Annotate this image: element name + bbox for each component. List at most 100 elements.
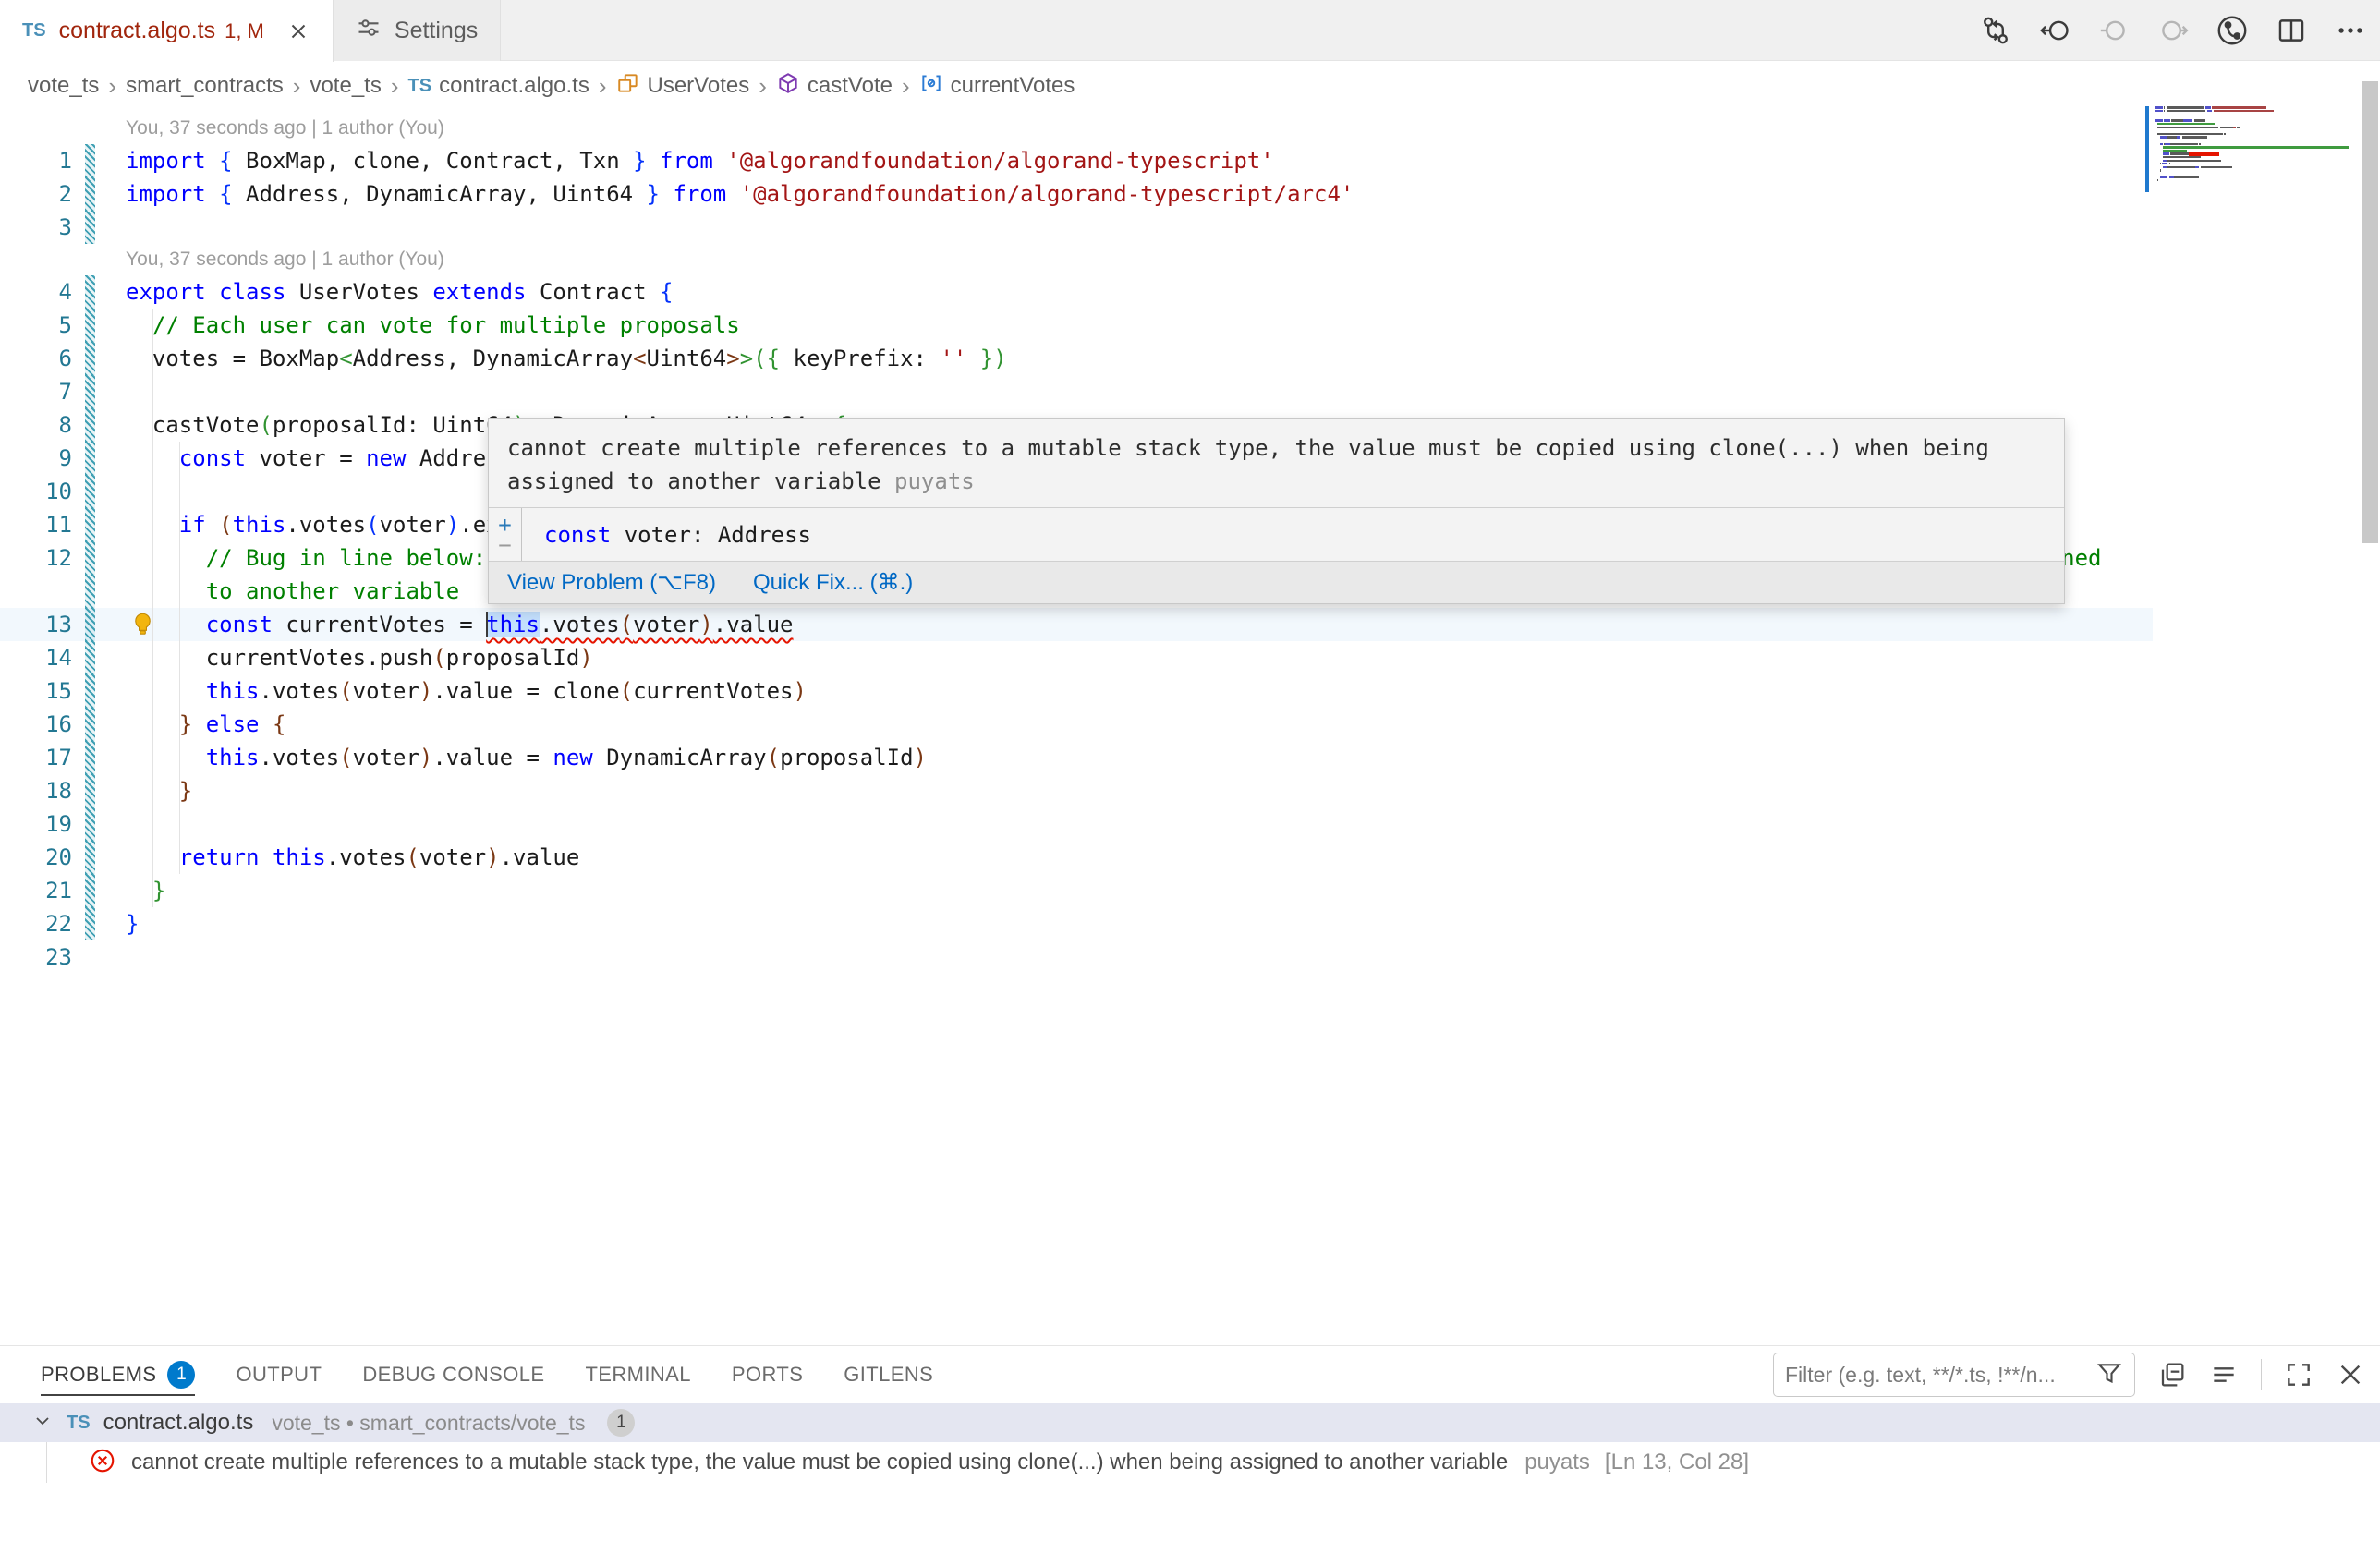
close-tab-icon[interactable] [286, 19, 310, 43]
modified-line-gutter-indicator [85, 907, 95, 940]
code-line[interactable]: 4export class UserVotes extends Contract… [0, 275, 2153, 309]
breadcrumb-file[interactable]: TS contract.algo.ts [408, 73, 589, 99]
line-number: 7 [0, 375, 72, 408]
modified-line-gutter-indicator [85, 641, 95, 674]
file-group-count-badge: 1 [607, 1409, 635, 1437]
problems-filter-input[interactable] [1785, 1363, 2088, 1388]
error-icon [89, 1447, 116, 1479]
line-number: 18 [0, 774, 72, 807]
modified-line-gutter-indicator [85, 674, 95, 708]
modified-line-gutter-indicator [85, 508, 95, 541]
line-number: 5 [0, 309, 72, 342]
next-change-icon [2156, 14, 2190, 47]
typescript-file-icon: TS [22, 20, 46, 42]
line-number: 16 [0, 708, 72, 741]
line-number: 12 [0, 541, 72, 575]
panel-tab-gitlens[interactable]: GITLENS [844, 1346, 933, 1403]
line-number: 19 [0, 807, 72, 841]
panel-tab-debug-console[interactable]: DEBUG CONSOLE [362, 1346, 544, 1403]
modified-line-gutter-indicator [85, 309, 95, 342]
problem-location: [Ln 13, Col 28] [1605, 1450, 1749, 1475]
filter-funnel-icon[interactable] [2095, 1359, 2123, 1391]
code-line[interactable]: 22} [0, 907, 2153, 940]
symbol-variable-icon [919, 71, 943, 102]
minimap-changes-bar [2145, 106, 2149, 192]
breadcrumb-folder[interactable]: vote_ts [28, 73, 99, 99]
quick-fix-link[interactable]: Quick Fix... (⌘.) [753, 569, 913, 596]
panel-tab-terminal[interactable]: TERMINAL [585, 1346, 690, 1403]
code-line[interactable]: 23 [0, 940, 2153, 974]
hover-actions-row: View Problem (⌥F8) Quick Fix... (⌘.) [489, 561, 2064, 603]
close-panel-icon[interactable] [2336, 1360, 2365, 1389]
more-actions-icon[interactable] [2334, 14, 2367, 47]
breadcrumb-separator: › [293, 72, 301, 101]
modified-line-gutter-indicator [85, 375, 95, 408]
tab-contract-algo-ts[interactable]: TS contract.algo.ts 1, M [0, 0, 334, 62]
open-previous-change-icon[interactable] [2038, 14, 2071, 47]
view-as-table-icon[interactable] [2209, 1360, 2239, 1389]
vertical-scrollbar[interactable] [2362, 81, 2378, 543]
code-line[interactable]: 17 this.votes(voter).value = new Dynamic… [0, 741, 2153, 774]
chevron-down-icon[interactable] [31, 1410, 54, 1437]
problem-row[interactable]: cannot create multiple references to a m… [0, 1442, 2380, 1483]
line-number: 15 [0, 674, 72, 708]
line-number: 10 [0, 475, 72, 508]
maximize-panel-icon[interactable] [2284, 1360, 2313, 1389]
panel-tab-output[interactable]: OUTPUT [236, 1346, 322, 1403]
tab-settings[interactable]: Settings [334, 0, 501, 61]
modified-line-gutter-indicator [85, 177, 95, 211]
panel-tab-problems[interactable]: PROBLEMS 1 [41, 1346, 195, 1403]
modified-line-gutter-indicator [85, 275, 95, 309]
line-number: 14 [0, 641, 72, 674]
breadcrumb-variable[interactable]: currentVotes [919, 71, 1075, 102]
line-number: 11 [0, 508, 72, 541]
code-line[interactable]: 19 [0, 807, 2153, 841]
decrease-verbosity-icon[interactable]: − [498, 535, 511, 555]
breadcrumb-class[interactable]: UserVotes [616, 71, 750, 102]
code-line[interactable]: 1import { BoxMap, clone, Contract, Txn }… [0, 144, 2153, 177]
collapse-all-icon[interactable] [2157, 1360, 2187, 1389]
modified-line-gutter-indicator [85, 144, 95, 177]
breadcrumb-folder[interactable]: smart_contracts [126, 73, 284, 99]
modified-line-gutter-indicator [85, 774, 95, 807]
commit-graph-icon[interactable] [2216, 14, 2249, 47]
symbol-method-icon [776, 71, 800, 102]
view-problem-link[interactable]: View Problem (⌥F8) [507, 569, 716, 596]
code-line[interactable]: 21 } [0, 874, 2153, 907]
breadcrumb-method[interactable]: castVote [776, 71, 892, 102]
problems-filter-box[interactable] [1773, 1353, 2135, 1397]
code-line[interactable]: 5 // Each user can vote for multiple pro… [0, 309, 2153, 342]
hover-declaration-code: const voter: Address [522, 508, 833, 561]
error-hover-popup: cannot create multiple references to a m… [488, 418, 2065, 604]
code-line[interactable]: 15 this.votes(voter).value = clone(curre… [0, 674, 2153, 708]
minimap[interactable] [2145, 103, 2356, 207]
panel-tab-ports[interactable]: PORTS [732, 1346, 803, 1403]
line-number: 9 [0, 442, 72, 475]
code-line[interactable]: 2import { Address, DynamicArray, Uint64 … [0, 177, 2153, 211]
code-line[interactable]: 16 } else { [0, 708, 2153, 741]
code-line[interactable]: 13 const currentVotes = this.votes(voter… [0, 608, 2153, 641]
previous-change-icon [2097, 14, 2131, 47]
modified-line-gutter-indicator [85, 541, 95, 575]
gitlens-blame-annotation: You, 37 seconds ago | 1 author (You) [0, 113, 2153, 144]
modified-line-gutter-indicator [85, 575, 95, 608]
split-editor-icon[interactable] [2275, 14, 2308, 47]
bottom-panel: PROBLEMS 1 OUTPUT DEBUG CONSOLE TERMINAL… [0, 1345, 2380, 1541]
symbol-class-icon [616, 71, 640, 102]
code-line[interactable]: 6 votes = BoxMap<Address, DynamicArray<U… [0, 342, 2153, 375]
problems-file-group-row[interactable]: TS contract.algo.ts vote_ts • smart_cont… [0, 1403, 2380, 1442]
vscode-window: TS contract.algo.ts 1, M Settings [0, 0, 2380, 1541]
code-line[interactable]: 18 } [0, 774, 2153, 807]
code-line[interactable]: 20 return this.votes(voter).value [0, 841, 2153, 874]
code-line[interactable]: 3 [0, 211, 2153, 244]
line-number: 3 [0, 211, 72, 244]
line-number: 21 [0, 874, 72, 907]
code-line[interactable]: 14 currentVotes.push(proposalId) [0, 641, 2153, 674]
minimap-line [2155, 186, 2356, 189]
tab-title: contract.algo.ts [59, 18, 216, 44]
hover-error-source: puyats [894, 468, 975, 494]
compare-changes-icon[interactable] [1979, 14, 2012, 47]
breadcrumb-folder[interactable]: vote_ts [310, 73, 381, 99]
breadcrumb: vote_ts › smart_contracts › vote_ts › TS… [0, 62, 2380, 110]
code-line[interactable]: 7 [0, 375, 2153, 408]
